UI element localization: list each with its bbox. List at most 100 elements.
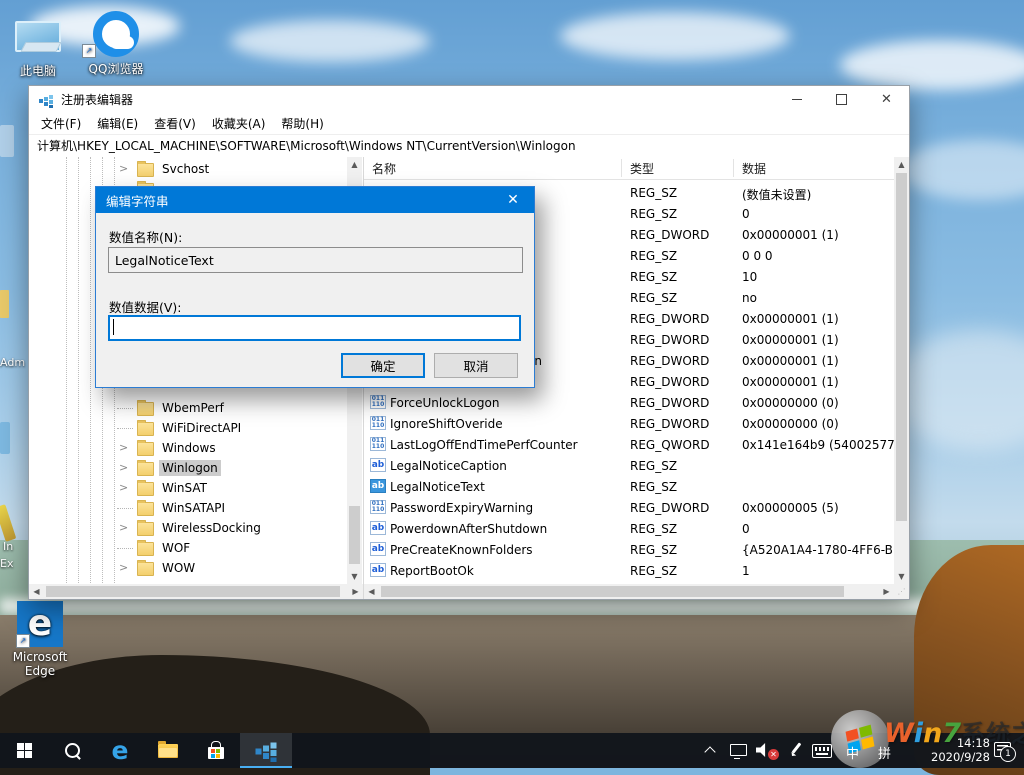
dialog-title-bar[interactable]: 编辑字符串 — [96, 187, 534, 213]
tree-item[interactable]: WbemPerf — [29, 398, 363, 418]
tree-item-label[interactable]: WiFiDirectAPI — [159, 420, 244, 436]
tree-item[interactable]: > Svchost — [29, 159, 363, 179]
value-data: no — [742, 291, 757, 305]
tree-expander-icon[interactable]: > — [119, 561, 131, 574]
value-type: REG_DWORD — [630, 312, 709, 326]
value-data: 0x00000001 (1) — [742, 375, 839, 389]
cancel-button[interactable]: 取消 — [434, 353, 518, 378]
value-row[interactable]: abPowerdownAfterShutdownREG_SZ0 — [364, 518, 894, 539]
menu-item[interactable]: 编辑(E) — [89, 113, 146, 134]
menu-item[interactable]: 查看(V) — [146, 113, 204, 134]
tree-item[interactable]: WOF — [29, 538, 363, 558]
column-header-data[interactable]: 数据 — [742, 160, 766, 177]
tree-item[interactable]: > WinSAT — [29, 478, 363, 498]
value-row[interactable]: abLegalNoticeCaptionREG_SZ — [364, 455, 894, 476]
list-vertical-scrollbar[interactable]: ▲ ▼ — [894, 157, 909, 584]
partial-icon-label: Ex — [0, 557, 13, 570]
scroll-left-arrow[interactable]: ◀ — [364, 584, 379, 599]
tree-expander-icon[interactable]: > — [119, 521, 131, 534]
tree-item[interactable]: > Winlogon — [29, 458, 363, 478]
value-row[interactable]: 011110ForceUnlockLogonREG_DWORD0x0000000… — [364, 392, 894, 413]
address-bar[interactable]: 计算机\HKEY_LOCAL_MACHINE\SOFTWARE\Microsof… — [29, 134, 909, 158]
column-header-type[interactable]: 类型 — [630, 160, 654, 177]
scroll-up-arrow[interactable]: ▲ — [894, 157, 909, 172]
dialog-close-button[interactable]: ✕ — [492, 187, 534, 213]
value-data: 1 — [742, 564, 750, 578]
tree-branch-dots — [117, 548, 133, 549]
value-name: PreCreateKnownFolders — [390, 543, 533, 557]
tree-horizontal-scrollbar[interactable]: ◀ ▶ — [29, 584, 363, 599]
tree-item[interactable]: > Windows — [29, 438, 363, 458]
minimize-button[interactable] — [774, 86, 819, 113]
maximize-button[interactable] — [819, 86, 864, 113]
tree-item[interactable]: > WOW — [29, 558, 363, 578]
scroll-thumb[interactable] — [46, 586, 340, 597]
scroll-thumb[interactable] — [896, 173, 907, 521]
tree-item-label[interactable]: Winlogon — [159, 460, 221, 476]
value-type: REG_DWORD — [630, 333, 709, 347]
tree-item[interactable]: > WirelessDocking — [29, 518, 363, 538]
tree-item[interactable]: WiFiDirectAPI — [29, 418, 363, 438]
value-name-field[interactable] — [108, 247, 523, 273]
scroll-right-arrow[interactable]: ▶ — [348, 584, 363, 599]
menu-item[interactable]: 帮助(H) — [273, 113, 331, 134]
value-row[interactable]: 011110LastLogOffEndTimePerfCounterREG_QW… — [364, 434, 894, 455]
menu-item[interactable]: 文件(F) — [33, 113, 89, 134]
clock-date: 2020/9/28 — [905, 751, 990, 765]
tree-expander-icon[interactable]: > — [119, 162, 131, 175]
tree-expander-icon[interactable]: > — [119, 461, 131, 474]
folder-icon — [137, 562, 154, 576]
desktop-icon-qq-browser[interactable]: ↗ QQ浏览器 — [80, 8, 152, 77]
value-row[interactable]: abReportBootOkREG_SZ1 — [364, 560, 894, 581]
network-icon[interactable] — [730, 744, 747, 756]
tree-expander-icon[interactable]: > — [119, 481, 131, 494]
column-header-name[interactable]: 名称 — [372, 160, 396, 177]
value-row[interactable]: 011110IgnoreShiftOverideREG_DWORD0x00000… — [364, 413, 894, 434]
value-data: 0x00000005 (5) — [742, 501, 839, 515]
tree-item-label[interactable]: Svchost — [159, 161, 212, 177]
title-bar[interactable]: 注册表编辑器 ✕ — [29, 86, 909, 113]
ime-language-indicator[interactable]: 中 — [846, 743, 859, 762]
list-horizontal-scrollbar[interactable]: ◀ ▶ — [364, 584, 894, 599]
desktop-icon-label: 此电脑 — [2, 62, 74, 79]
close-button[interactable]: ✕ — [864, 86, 909, 113]
scroll-down-arrow[interactable]: ▼ — [347, 569, 362, 584]
folder-icon — [137, 522, 154, 536]
ime-pinyin-indicator[interactable]: 拼 — [878, 743, 891, 762]
scroll-thumb[interactable] — [349, 506, 360, 564]
value-row[interactable]: abPreCreateKnownFoldersREG_SZ{A520A1A4-1… — [364, 539, 894, 560]
tree-item-label[interactable]: WinSATAPI — [159, 500, 228, 516]
tree-item-label[interactable]: WOF — [159, 540, 193, 556]
scroll-right-arrow[interactable]: ▶ — [879, 584, 894, 599]
tree-expander-icon[interactable]: > — [119, 441, 131, 454]
tree-item-label[interactable]: Windows — [159, 440, 219, 456]
shortcut-arrow-icon: ↗ — [82, 44, 96, 58]
taskbar-clock[interactable]: 14:18 2020/9/28 — [905, 737, 990, 764]
tree-item-label[interactable]: WirelessDocking — [159, 520, 264, 536]
value-row[interactable]: 011110PasswordExpiryWarningREG_DWORD0x00… — [364, 497, 894, 518]
tray-overflow-chevron-icon[interactable] — [704, 746, 715, 757]
folder-icon — [137, 163, 154, 177]
value-row[interactable]: abLegalNoticeTextREG_SZ — [364, 476, 894, 497]
tree-item-label[interactable]: WinSAT — [159, 480, 210, 496]
resize-grip[interactable]: ⋰ — [894, 584, 909, 599]
value-type: REG_SZ — [630, 459, 677, 473]
desktop-icon-this-pc[interactable]: 此电脑 — [2, 10, 74, 79]
value-name: LastLogOffEndTimePerfCounter — [390, 438, 578, 452]
tree-item-label[interactable]: WbemPerf — [159, 400, 227, 416]
ok-button[interactable]: 确定 — [341, 353, 425, 378]
value-type: REG_DWORD — [630, 354, 709, 368]
scroll-left-arrow[interactable]: ◀ — [29, 584, 44, 599]
desktop-icon-ms-edge[interactable]: e ↗ Microsoft Edge — [4, 598, 76, 678]
tree-item[interactable]: WinSATAPI — [29, 498, 363, 518]
value-data: 0x00000000 (0) — [742, 417, 839, 431]
tree-item-label[interactable]: WOW — [159, 560, 198, 576]
scroll-up-arrow[interactable]: ▲ — [347, 157, 362, 172]
touch-keyboard-icon[interactable] — [812, 744, 832, 758]
scroll-thumb[interactable] — [381, 586, 844, 597]
value-data-input[interactable] — [108, 315, 521, 341]
pen-workspace-icon[interactable] — [788, 742, 804, 758]
scroll-down-arrow[interactable]: ▼ — [894, 569, 909, 584]
string-value-icon: ab — [370, 479, 386, 493]
menu-item[interactable]: 收藏夹(A) — [204, 113, 274, 134]
